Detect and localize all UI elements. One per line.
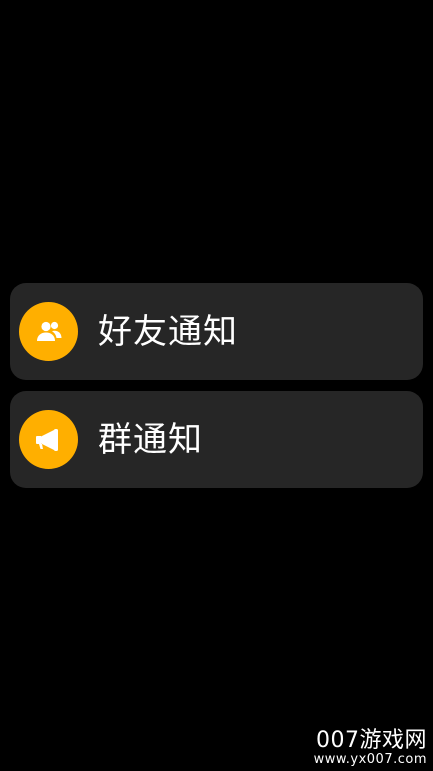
watermark-title: 007游戏网 (316, 727, 427, 753)
group-notification-item[interactable]: 群通知 (10, 391, 423, 488)
megaphone-icon-badge (19, 410, 78, 469)
friend-notification-label: 好友通知 (98, 311, 238, 352)
notification-list: 好友通知 群通知 (10, 283, 423, 499)
watermark-url: www.yx007.com (313, 751, 427, 767)
megaphone-icon (35, 428, 58, 451)
notification-screen: 好友通知 群通知 007游戏网 www.yx007.com (0, 0, 433, 771)
friends-icon-badge (19, 302, 78, 361)
watermark: 007游戏网 www.yx007.com (313, 727, 427, 767)
friends-icon (36, 321, 61, 341)
group-notification-label: 群通知 (98, 419, 203, 460)
friend-notification-item[interactable]: 好友通知 (10, 283, 423, 380)
